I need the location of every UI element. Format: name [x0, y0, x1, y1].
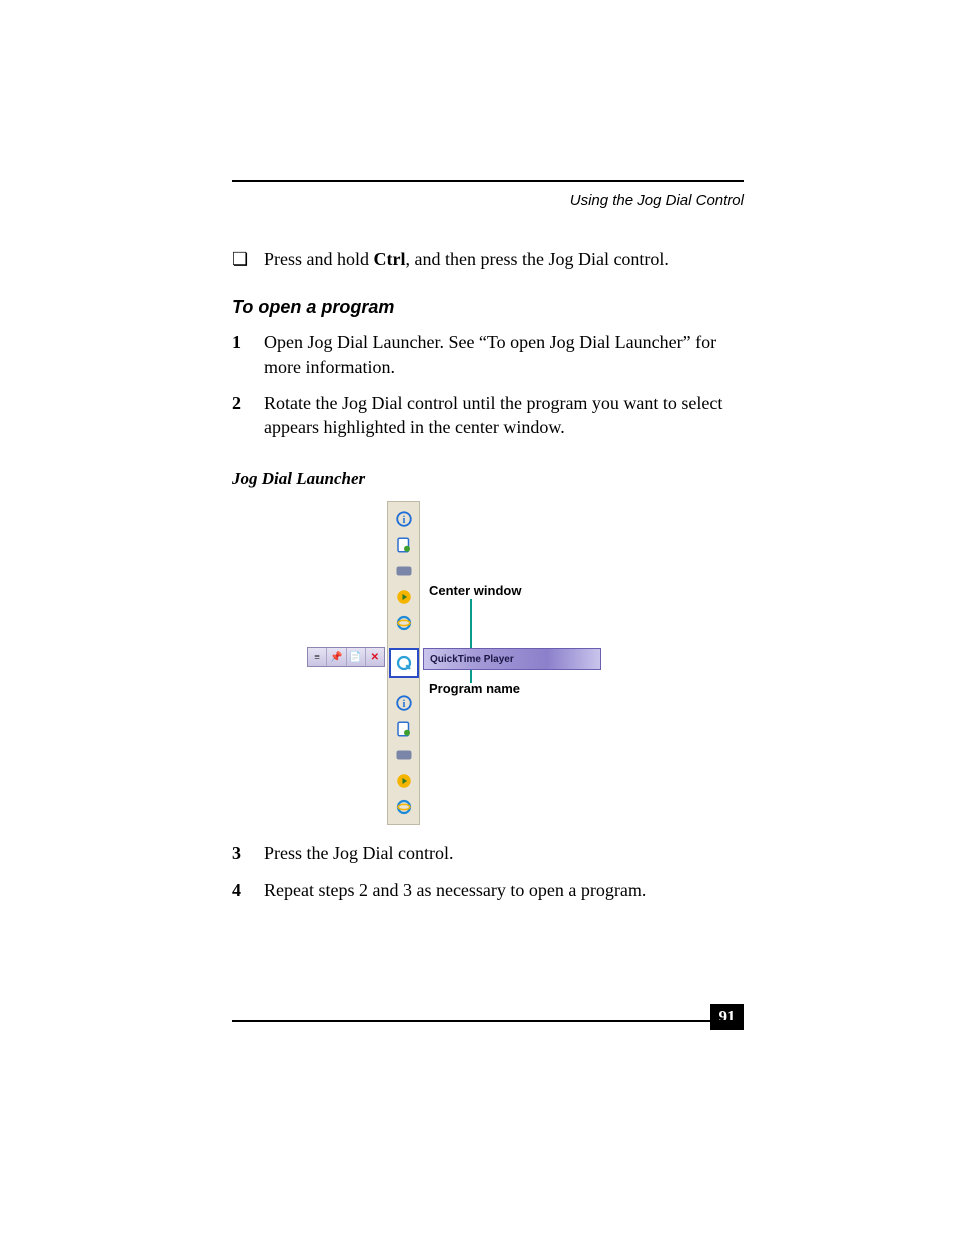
header-rule — [232, 180, 744, 182]
tray-close-button: ✕ — [366, 648, 384, 666]
app-icon-media — [393, 586, 415, 608]
callout-program-name: Program name — [429, 681, 520, 696]
step-row: 2 Rotate the Jog Dial control until the … — [232, 391, 744, 440]
step-number: 3 — [232, 841, 250, 865]
bullet-text-before: Press and hold — [264, 249, 374, 269]
section-heading: To open a program — [232, 297, 744, 318]
svg-text:i: i — [402, 515, 405, 526]
app-icon-media — [393, 770, 415, 792]
selected-center-window — [389, 648, 419, 678]
tray-pin-icon: 📌 — [327, 648, 346, 666]
step-text: Repeat steps 2 and 3 as necessary to ope… — [264, 878, 646, 902]
footer-rule — [232, 1020, 744, 1022]
jog-dial-launcher-figure: ≡ 📌 📄 ✕ i i QuickTime Player Center wind… — [232, 501, 744, 831]
tray-grip-icon: ≡ — [308, 648, 327, 666]
quicktime-icon — [395, 654, 413, 672]
step-row: 4 Repeat steps 2 and 3 as necessary to o… — [232, 878, 744, 902]
bullet-text: Press and hold Ctrl, and then press the … — [264, 247, 669, 271]
step-number: 4 — [232, 878, 250, 902]
program-name-bar: QuickTime Player — [423, 648, 601, 670]
app-icon-info: i — [393, 692, 415, 714]
bullet-marker-icon: ❏ — [232, 247, 250, 271]
callout-center-window: Center window — [429, 583, 521, 598]
app-icon-vaio — [393, 744, 415, 766]
bullet-text-after: , and then press the Jog Dial control. — [405, 249, 668, 269]
leader-line — [470, 599, 472, 648]
tray-file-icon: 📄 — [347, 648, 366, 666]
figure-caption: Jog Dial Launcher — [232, 469, 744, 489]
launcher-tool-tray: ≡ 📌 📄 ✕ — [307, 647, 385, 667]
svg-text:i: i — [402, 699, 405, 710]
app-icon-document — [393, 534, 415, 556]
app-icon-document — [393, 718, 415, 740]
bullet-item: ❏ Press and hold Ctrl, and then press th… — [232, 247, 744, 271]
app-icon-vaio — [393, 560, 415, 582]
step-number: 2 — [232, 391, 250, 440]
step-row: 3 Press the Jog Dial control. — [232, 841, 744, 865]
step-text: Press the Jog Dial control. — [264, 841, 453, 865]
step-text: Rotate the Jog Dial control until the pr… — [264, 391, 744, 440]
step-number: 1 — [232, 330, 250, 379]
leader-line — [470, 670, 472, 683]
running-head: Using the Jog Dial Control — [232, 192, 744, 209]
bullet-key: Ctrl — [374, 249, 406, 269]
manual-page: Using the Jog Dial Control ❏ Press and h… — [0, 0, 954, 1235]
page-number: 91 — [710, 1004, 744, 1030]
launcher-icon-strip: i i — [387, 501, 420, 825]
app-icon-ie — [393, 796, 415, 818]
app-icon-ie — [393, 612, 415, 634]
step-text: Open Jog Dial Launcher. See “To open Jog… — [264, 330, 744, 379]
app-icon-info: i — [393, 508, 415, 530]
step-row: 1 Open Jog Dial Launcher. See “To open J… — [232, 330, 744, 379]
